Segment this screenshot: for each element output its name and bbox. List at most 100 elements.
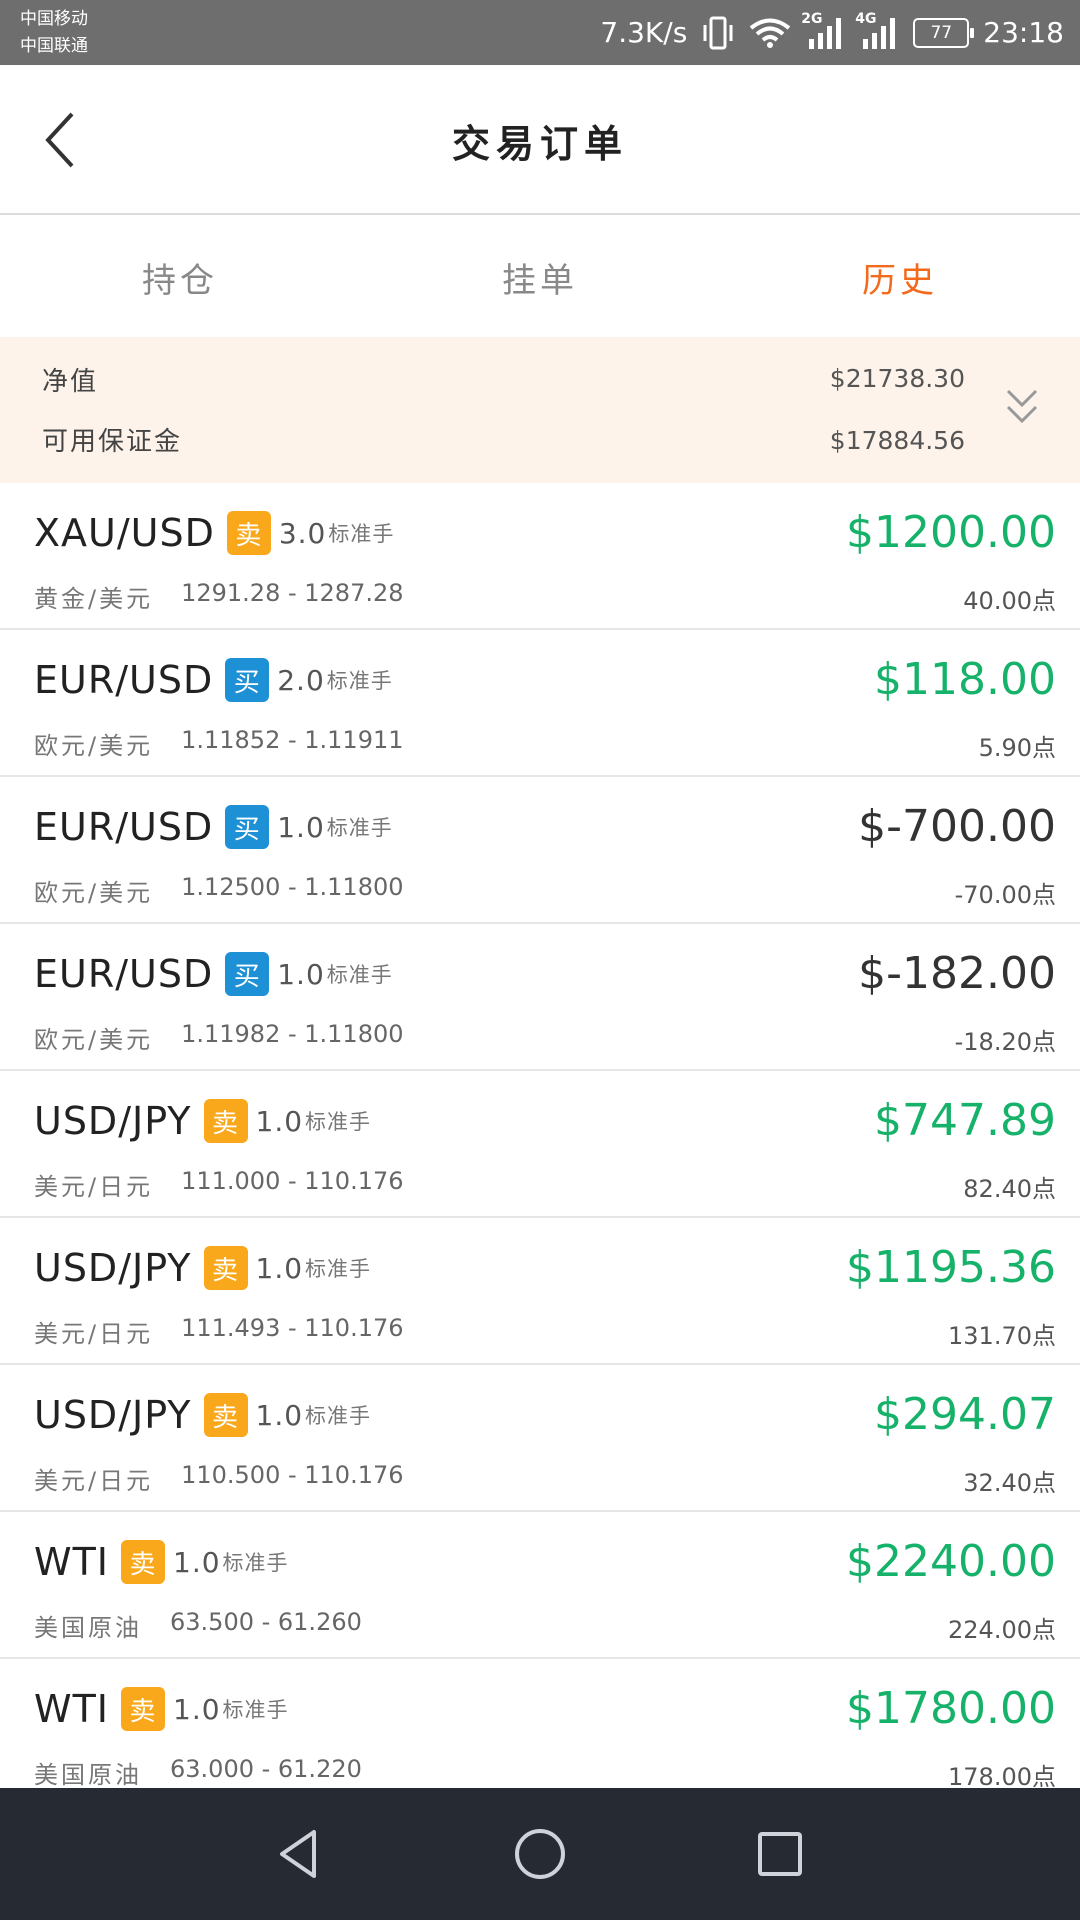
lot-unit: 标准手	[305, 1257, 372, 1281]
status-bar: 中国移动 中国联通 7.3K/s 2G 4G 77 23:18	[0, 0, 1080, 65]
order-row[interactable]: XAU/USD 卖 3.0 标准手 黄金/美元 1291.28 - 1287.28 $120…	[0, 483, 1080, 630]
wifi-icon	[749, 17, 791, 49]
order-details: 美元/日元 111.000 - 110.176	[34, 1167, 404, 1202]
price-range: 1.12500 - 1.11800	[181, 873, 404, 901]
order-symbol: XAU/USD 卖 3.0 标准手	[34, 511, 394, 555]
carrier-1: 中国移动	[20, 9, 88, 29]
order-symbol: USD/JPY 卖 1.0 标准手	[34, 1099, 371, 1143]
profit-amount: $1780.00	[846, 1683, 1056, 1734]
side-badge: 买	[225, 658, 270, 702]
lot-size: 1.0	[277, 810, 325, 844]
square-recent-icon	[758, 1832, 802, 1876]
lot-unit: 标准手	[328, 522, 395, 546]
tab-history[interactable]: 历史	[720, 217, 1080, 337]
net-value: $21738.30	[829, 364, 965, 393]
vibrate-icon	[701, 15, 735, 51]
order-symbol: WTI 卖 1.0 标准手	[34, 1687, 289, 1731]
order-row[interactable]: WTI 卖 1.0 标准手 美国原油 63.500 - 61.260 $2240.00 224…	[0, 1512, 1080, 1659]
symbol-text: EUR/USD	[34, 805, 214, 849]
profit-points: 224.00点	[948, 1616, 1056, 1644]
price-range: 63.000 - 61.220	[170, 1755, 362, 1783]
profit-points: 32.40点	[963, 1469, 1056, 1497]
order-symbol: EUR/USD 买 2.0 标准手	[34, 658, 393, 702]
profit-points: 131.70点	[948, 1322, 1056, 1350]
lot-unit: 标准手	[326, 669, 393, 693]
lot-unit: 标准手	[326, 963, 393, 987]
profit-points: 178.00点	[948, 1763, 1056, 1788]
side-badge: 买	[225, 805, 270, 849]
system-nav-bar	[0, 1788, 1080, 1920]
price-range: 111.000 - 110.176	[181, 1167, 404, 1195]
instrument-name: 美国原油	[34, 1761, 142, 1788]
side-badge: 卖	[226, 511, 271, 555]
profit-amount: $118.00	[874, 654, 1056, 705]
tab-positions[interactable]: 持仓	[0, 217, 360, 337]
order-row[interactable]: EUR/USD 买 1.0 标准手 欧元/美元 1.11982 - 1.11800 $-18…	[0, 924, 1080, 1071]
nav-back-button[interactable]	[260, 1814, 340, 1894]
clock: 23:18	[983, 16, 1064, 49]
side-badge: 买	[225, 952, 270, 996]
order-details: 欧元/美元 1.12500 - 1.11800	[34, 873, 404, 908]
carrier-info: 中国移动 中国联通	[20, 6, 88, 60]
lot-size: 1.0	[277, 957, 325, 991]
lot-size: 1.0	[173, 1692, 221, 1726]
network-2g-label: 2G	[801, 10, 823, 27]
instrument-name: 美元/日元	[34, 1173, 154, 1201]
lot-size: 1.0	[255, 1104, 304, 1138]
profit-amount: $294.07	[874, 1389, 1056, 1440]
order-row[interactable]: EUR/USD 买 2.0 标准手欧元/美元 1.11852 - 1.11911 $118…	[0, 630, 1080, 777]
symbol-text: WTI	[34, 1540, 109, 1584]
network-speed: 7.3K/s	[600, 16, 688, 49]
order-row[interactable]: WTI 卖 1.0 标准手美国原油 63.000 - 61.220 $1780.00 178…	[0, 1659, 1080, 1788]
battery-icon: 77	[913, 17, 975, 48]
order-symbol: USD/JPY 卖 1.0 标准手	[34, 1393, 371, 1437]
carrier-2: 中国联通	[20, 36, 88, 56]
battery-level: 77	[930, 22, 953, 43]
symbol-text: WTI	[34, 1687, 109, 1731]
order-row[interactable]: USD/JPY 卖 1.0 标准手 美元/日元 111.493 - 110.176 $119…	[0, 1218, 1080, 1365]
order-row[interactable]: USD/JPY 卖 1.0 标准手美元/日元 111.000 - 110.176 $747…	[0, 1071, 1080, 1218]
instrument-name: 美元/日元	[34, 1467, 154, 1495]
instrument-name: 欧元/美元	[34, 879, 154, 907]
order-row[interactable]: EUR/USD 买 1.0 标准手欧元/美元 1.12500 - 1.11800 $-70…	[0, 777, 1080, 924]
circle-home-icon	[515, 1829, 565, 1879]
order-details: 欧元/美元 1.11852 - 1.11911	[34, 726, 404, 761]
instrument-name: 欧元/美元	[34, 732, 154, 760]
order-symbol: EUR/USD 买 1.0 标准手	[34, 952, 393, 996]
order-details: 美国原油 63.000 - 61.220	[34, 1755, 362, 1788]
profit-points: 40.00点	[963, 587, 1056, 615]
signal-4g-icon: 4G	[855, 11, 899, 51]
order-details: 美元/日元 110.500 - 110.176	[34, 1461, 404, 1496]
profit-amount: $747.89	[874, 1095, 1056, 1146]
lot-size: 1.0	[255, 1251, 304, 1285]
side-badge: 卖	[121, 1540, 165, 1584]
tab-pending[interactable]: 挂单	[360, 217, 720, 337]
account-summary: 净值 $21738.30 可用保证金 $17884.56	[0, 337, 1080, 483]
lot-unit: 标准手	[222, 1698, 289, 1722]
profit-amount: $2240.00	[846, 1536, 1056, 1587]
net-value-label: 净值	[42, 367, 99, 397]
page-title: 交易订单	[451, 121, 628, 166]
order-row[interactable]: USD/JPY 卖 1.0 标准手美元/日元 110.500 - 110.176 $294…	[0, 1365, 1080, 1512]
order-details: 美国原油 63.500 - 61.260	[34, 1608, 362, 1643]
lot-size: 2.0	[277, 663, 325, 697]
lot-size: 1.0	[173, 1545, 221, 1579]
price-range: 111.493 - 110.176	[181, 1314, 404, 1342]
profit-amount: $-700.00	[858, 801, 1056, 852]
instrument-name: 美元/日元	[34, 1320, 154, 1348]
price-range: 1.11982 - 1.11800	[181, 1020, 404, 1048]
nav-home-button[interactable]	[500, 1814, 580, 1894]
nav-recent-button[interactable]	[740, 1814, 820, 1894]
double-chevron-down-icon[interactable]	[1002, 385, 1042, 429]
profit-points: -18.20点	[954, 1028, 1056, 1056]
price-range: 63.500 - 61.260	[170, 1608, 362, 1636]
profit-amount: $-182.00	[858, 948, 1056, 999]
signal-2g-icon: 2G	[801, 11, 845, 51]
order-symbol: EUR/USD 买 1.0 标准手	[34, 805, 393, 849]
order-details: 黄金/美元 1291.28 - 1287.28	[34, 579, 404, 614]
margin-label: 可用保证金	[42, 427, 183, 457]
symbol-text: USD/JPY	[34, 1099, 192, 1143]
app-header: 交易订单	[0, 65, 1080, 215]
lot-unit: 标准手	[305, 1404, 372, 1428]
symbol-text: XAU/USD	[34, 511, 215, 555]
